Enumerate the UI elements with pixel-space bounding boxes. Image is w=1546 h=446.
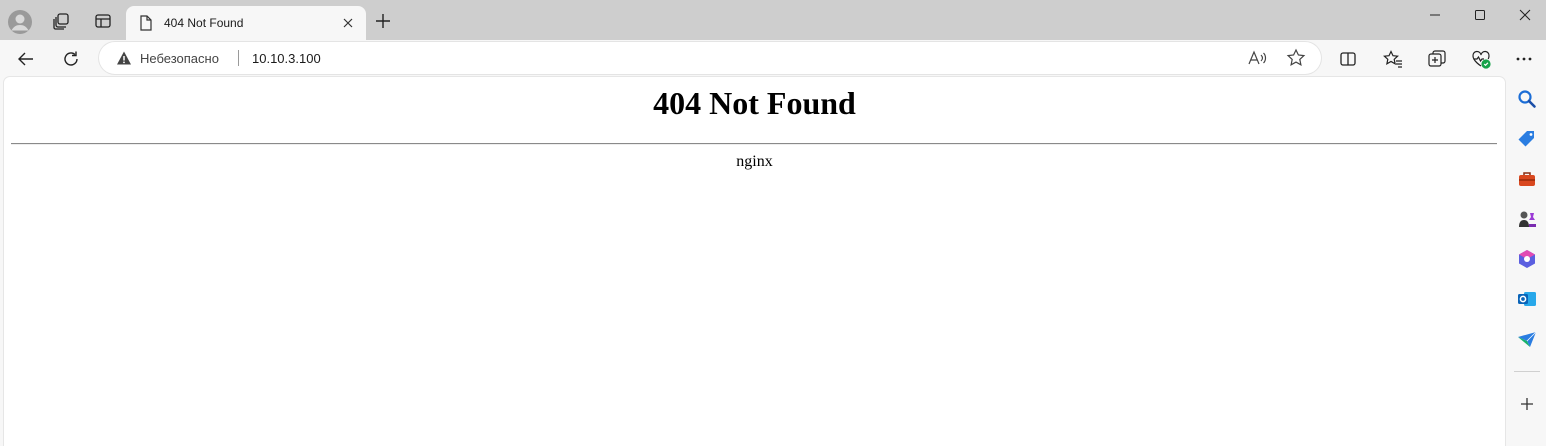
reload-icon[interactable] (55, 43, 87, 75)
window-close-button[interactable] (1502, 0, 1546, 30)
horizontal-rule (11, 143, 1497, 145)
tab-actions-icon[interactable] (88, 6, 118, 36)
read-aloud-icon[interactable] (1247, 48, 1267, 68)
server-signature: nginx (736, 153, 773, 170)
close-icon[interactable] (338, 13, 358, 33)
tab-title: 404 Not Found (164, 16, 244, 30)
address-separator (238, 50, 239, 66)
security-label[interactable]: Небезопасно (140, 51, 219, 66)
edge-sidebar (1507, 77, 1546, 446)
heart-pulse-icon[interactable] (1465, 43, 1497, 75)
maximize-button[interactable] (1457, 0, 1503, 30)
url-text[interactable]: 10.10.3.100 (252, 51, 321, 66)
favorites-icon[interactable] (1377, 43, 1409, 75)
tools-icon[interactable] (1515, 167, 1539, 191)
star-icon[interactable] (1286, 48, 1306, 68)
outlook-icon[interactable] (1515, 287, 1539, 311)
back-arrow-icon[interactable] (10, 43, 42, 75)
page-viewport: 404 Not Found nginx (4, 77, 1505, 446)
workspaces-icon[interactable] (46, 6, 76, 36)
page-heading: 404 Not Found (653, 85, 856, 121)
games-icon[interactable] (1515, 207, 1539, 231)
address-bar[interactable]: Небезопасно 10.10.3.100 (99, 42, 1321, 74)
shopping-tag-icon[interactable] (1515, 127, 1539, 151)
avatar-icon[interactable] (6, 8, 34, 36)
tab-active[interactable]: 404 Not Found (126, 6, 366, 40)
split-screen-icon[interactable] (1332, 43, 1364, 75)
warning-icon[interactable] (116, 50, 132, 66)
copilot-icon[interactable] (1515, 247, 1539, 271)
sidebar-separator (1514, 371, 1540, 372)
sidebar-add-button[interactable] (1515, 392, 1539, 416)
send-icon[interactable] (1515, 327, 1539, 351)
more-icon[interactable] (1508, 43, 1540, 75)
minimize-button[interactable] (1412, 0, 1458, 30)
tab-strip: 404 Not Found (0, 0, 1546, 40)
collections-icon[interactable] (1421, 43, 1453, 75)
search-icon[interactable] (1515, 87, 1539, 111)
page-icon (138, 15, 154, 31)
browser-toolbar: Небезопасно 10.10.3.100 (0, 40, 1546, 77)
new-tab-button[interactable] (368, 6, 398, 36)
